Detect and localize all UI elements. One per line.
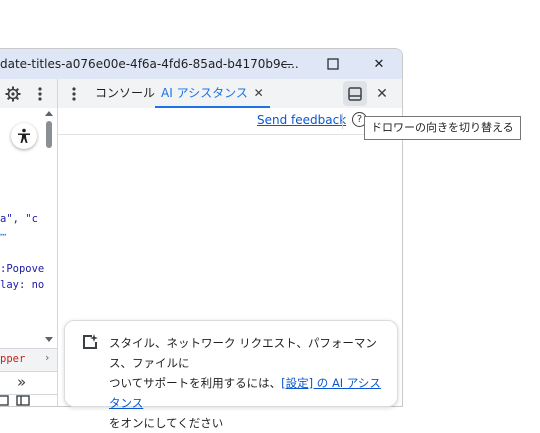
more-tabs-icon[interactable]: » [17,373,26,391]
gear-icon [5,86,21,101]
scrollbar-graphic [45,111,53,342]
kebab-menu-icon [38,86,42,101]
close-tab-icon[interactable]: ✕ [254,86,264,100]
code-line: a", "c [0,213,38,225]
code-line: lay: no [0,279,45,291]
notice-line-prefix: ついてサポートを利用するには、 [109,376,282,390]
sidebar-controls [0,395,57,406]
divider [58,134,402,135]
tooltip: ドロワーの向きを切り替える [364,116,521,140]
divider [342,113,343,129]
window-title: date-titles-a076e00e-4f6a-4fd6-85ad-b417… [0,57,299,71]
panel-icon[interactable] [0,395,10,406]
kebab-menu-icon [72,86,76,101]
tab-console[interactable]: コンソール [95,79,155,108]
devtools-toolbar: コンソール AI アシスタンス ✕ ✕ [0,79,402,109]
send-feedback-link[interactable]: Send feedback [257,113,346,127]
maximize-icon [327,58,339,70]
notice-line: スタイル、ネットワーク リクエスト、パフォーマンス、ファイルに [109,336,377,370]
notice-text: スタイル、ネットワーク リクエスト、パフォーマンス、ファイルに ついてサポートを… [109,333,391,433]
notice-line: をオンにしてください [109,416,224,430]
breadcrumb: pper › [0,348,57,372]
tab-ai-assistance[interactable]: AI アシスタンス ✕ [155,79,270,108]
accessibility-button[interactable] [11,123,37,149]
tab-label: AI アシスタンス [161,86,248,100]
settings-button[interactable] [2,79,24,108]
notice-line: ついてサポートを利用するには、[設定] の AI アシスタンス [109,373,391,413]
more-options-button[interactable] [32,79,48,108]
divider [57,79,58,108]
elements-panel: a", "c ⋯ :Popove lay: no pper › » [0,108,58,406]
scrollbar[interactable] [43,108,55,348]
toggle-sidebar-icon[interactable] [16,395,30,406]
close-drawer-button[interactable]: ✕ [372,79,392,108]
drawer-menu-button[interactable] [66,79,82,108]
minimize-icon: — [280,56,294,72]
accessibility-icon [18,128,30,143]
title-bar: date-titles-a076e00e-4f6a-4fd6-85ad-b417… [0,49,402,79]
breadcrumb-item[interactable]: pper [0,353,25,365]
subtab-bar: » [0,372,57,395]
ai-assistance-notice: スタイル、ネットワーク リクエスト、パフォーマンス、ファイルに ついてサポートを… [64,320,398,430]
dock-bottom-icon [348,86,362,101]
close-icon: ✕ [376,85,388,102]
ai-spark-icon [83,334,98,349]
minimize-button[interactable]: — [264,49,310,79]
toggle-drawer-orientation-button[interactable] [343,81,367,106]
close-icon: ✕ [373,56,385,72]
maximize-button[interactable] [310,49,356,79]
close-window-button[interactable]: ✕ [356,49,402,79]
code-line: :Popove [0,263,45,275]
ellipsis-icon[interactable]: ⋯ [0,229,6,241]
chevron-right-icon: › [44,352,51,364]
